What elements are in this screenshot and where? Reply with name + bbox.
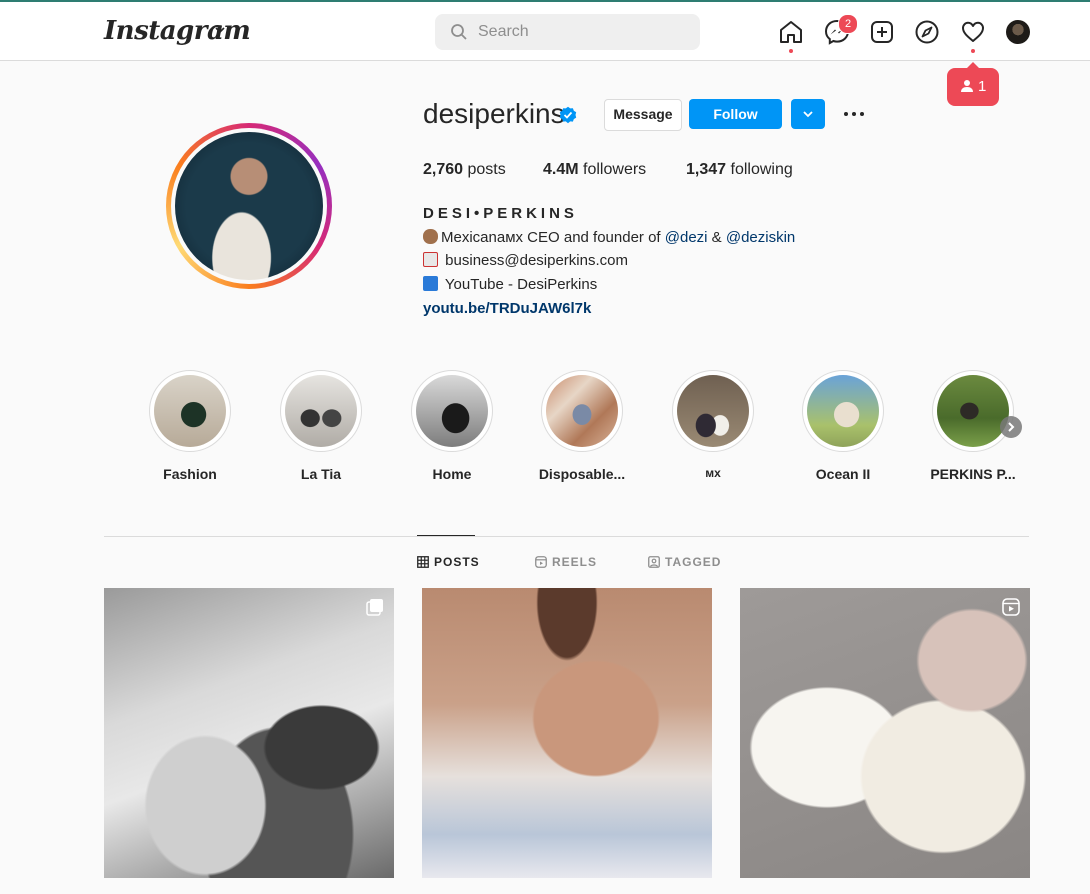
highlight-label: Disposable... [538,466,626,482]
following-stat[interactable]: 1,347 following [686,161,793,179]
mention-dezi-link[interactable]: @dezi [665,229,708,246]
post-thumbnail[interactable] [740,588,1030,878]
bio-line-1: Mexicanaмx CEO and founder of @dezi & @d… [423,229,795,249]
chevron-down-icon[interactable] [214,24,226,36]
profile-picture-story-ring[interactable] [166,123,332,289]
highlight-home[interactable]: Home [397,370,507,482]
highlight-cover [807,375,879,447]
highlight-label: Ocean II [815,466,871,482]
reels-icon [535,556,547,568]
highlight-cover [937,375,1009,447]
compass-icon[interactable] [914,19,940,45]
highlight-ocean-ii[interactable]: Ocean II [788,370,898,482]
highlight-ring [149,370,231,452]
highlight-la-tia[interactable]: La Tia [266,370,376,482]
profile-full-name: DESI•PERKINS [423,205,578,222]
highlight-label: мx [705,466,721,480]
profile-picture-frame [171,128,327,284]
highlight-label: Fashion [163,466,217,482]
instagram-logo[interactable]: Instagram [104,16,251,46]
raised-fist-emoji-icon [423,229,438,244]
search-input[interactable]: Search [435,14,700,50]
tab-tagged[interactable]: TAGGED [648,555,721,569]
heart-icon[interactable] [960,19,986,45]
search-icon [451,24,467,40]
suggested-accounts-button[interactable] [791,99,825,129]
message-button[interactable]: Message [604,99,682,131]
bio-line-3: YouTube - DesiPerkins [423,276,597,296]
highlight-disposable[interactable]: Disposable... [527,370,637,482]
highlight-label: La Tia [300,466,342,482]
tab-reels[interactable]: REELS [535,555,597,569]
tabs-divider [104,536,1029,537]
bio-email: business@desiperkins.com [445,252,628,269]
highlight-ring [280,370,362,452]
highlight-cover [546,375,618,447]
home-icon[interactable] [778,19,804,45]
highlight-label: PERKINS P... [930,466,1016,482]
followers-stat[interactable]: 4.4M followers [543,161,646,179]
carousel-icon [366,599,383,616]
highlight-cover [677,375,749,447]
post-thumbnail[interactable] [422,588,712,878]
chevron-down-icon [803,111,813,118]
bio-youtube: YouTube - DesiPerkins [444,276,598,293]
tagged-icon [648,556,660,568]
chevron-right-icon [1008,422,1015,432]
home-active-dot [789,49,793,53]
profile-avatar-nav[interactable] [1006,20,1030,44]
highlight-mx[interactable]: мx [658,370,768,480]
grid-icon [417,556,429,568]
highlight-ring [411,370,493,452]
messages-badge: 2 [838,14,858,34]
activity-dot [971,49,975,53]
highlight-ring [672,370,754,452]
plus-square-icon[interactable] [869,19,895,45]
search-placeholder: Search [478,23,529,40]
profile-username: desiperkins [423,98,565,129]
highlight-ring [541,370,623,452]
more-options-icon[interactable] [842,104,866,124]
mention-deziskin-link[interactable]: @deziskin [726,229,795,246]
profile-picture [175,132,323,280]
highlight-fashion[interactable]: Fashion [135,370,245,482]
notification-count: 1 [978,78,987,95]
highlight-cover [416,375,488,447]
video-emoji-icon [423,276,438,291]
tab-posts[interactable]: POSTS [417,555,480,569]
person-icon [961,80,973,92]
profile-external-link[interactable]: youtu.be/TRDuJAW6l7k [423,300,591,317]
notification-popup[interactable]: 1 [947,62,999,106]
verified-badge-icon [559,106,577,124]
top-navigation-bar: Instagram Search 2 [0,2,1090,61]
post-thumbnail[interactable] [104,588,394,878]
envelope-emoji-icon [423,252,438,267]
posts-count-stat: 2,760 posts [423,161,506,178]
highlights-next-button[interactable] [1000,416,1022,438]
active-tab-indicator [417,535,475,536]
highlight-cover [285,375,357,447]
highlight-cover [154,375,226,447]
bio-line-2: business@desiperkins.com [423,252,628,272]
highlight-label: Home [432,466,472,482]
highlight-ring [932,370,1014,452]
reel-icon [1002,598,1020,616]
highlight-ring [802,370,884,452]
follow-button[interactable]: Follow [689,99,782,129]
